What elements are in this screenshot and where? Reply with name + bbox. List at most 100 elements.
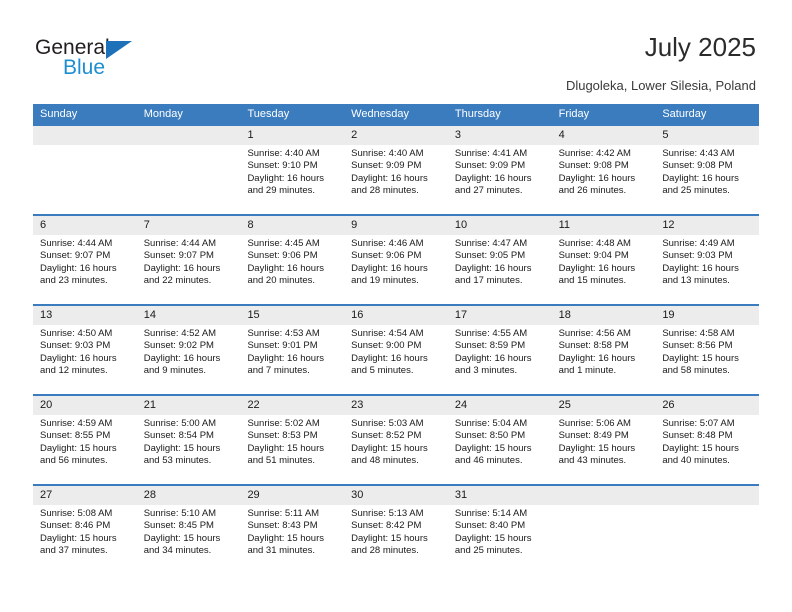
calendar-day-cell[interactable]: 22 Sunrise: 5:02 AM Sunset: 8:53 PM Dayligh… bbox=[240, 396, 345, 484]
weekday-header-thursday: Thursday bbox=[454, 108, 501, 120]
day-number: 28 bbox=[136, 486, 241, 505]
sunrise-text: Sunrise: 4:44 AM bbox=[143, 238, 217, 249]
sunrise-text: Sunrise: 5:00 AM bbox=[143, 418, 217, 429]
sunset-text: Sunset: 9:07 PM bbox=[40, 250, 111, 262]
weekday-header-sunday: Sunday bbox=[40, 108, 78, 120]
day-sun-info: Sunrise: 4:44 AM Sunset: 9:07 PM Daylight:… bbox=[33, 235, 137, 288]
daylight-text: Daylight: 15 hours and 37 minutes. bbox=[40, 532, 117, 557]
calendar-weeks: 1 Sunrise: 4:40 AM Sunset: 9:10 PM Daylight… bbox=[33, 126, 760, 574]
sunrise-text: Sunrise: 5:06 AM bbox=[558, 418, 631, 429]
calendar-day-cell[interactable]: 18 Sunrise: 4:56 AM Sunset: 8:58 PM Dayligh… bbox=[551, 306, 656, 394]
sunrise-text: Sunrise: 4:58 AM bbox=[662, 328, 735, 339]
calendar-day-cell[interactable]: 12 Sunrise: 4:49 AM Sunset: 9:03 PM Dayligh… bbox=[655, 216, 760, 304]
sunset-text: Sunset: 8:45 PM bbox=[143, 520, 214, 532]
day-sun-info: Sunrise: 4:53 AM Sunset: 9:01 PM Daylight:… bbox=[240, 325, 344, 378]
daylight-text: Daylight: 15 hours and 51 minutes. bbox=[247, 442, 325, 467]
calendar-day-cell[interactable]: 11 Sunrise: 4:48 AM Sunset: 9:04 PM Dayligh… bbox=[551, 216, 656, 304]
day-sun-info: Sunrise: 5:13 AM Sunset: 8:42 PM Daylight:… bbox=[344, 505, 448, 558]
daylight-text: Daylight: 15 hours and 40 minutes. bbox=[662, 442, 739, 467]
sunrise-text: Sunrise: 5:14 AM bbox=[454, 508, 528, 519]
day-number: 29 bbox=[240, 486, 345, 505]
sunrise-text: Sunrise: 5:13 AM bbox=[351, 508, 424, 519]
calendar-day-cell[interactable]: 15 Sunrise: 4:53 AM Sunset: 9:01 PM Dayligh… bbox=[240, 306, 345, 394]
calendar-day-cell[interactable]: 31 Sunrise: 5:14 AM Sunset: 8:40 PM Dayligh… bbox=[447, 486, 552, 574]
sunrise-text: Sunrise: 4:49 AM bbox=[662, 238, 735, 249]
calendar-day-cell[interactable]: 25 Sunrise: 5:06 AM Sunset: 8:49 PM Dayligh… bbox=[551, 396, 656, 484]
calendar-day-cell[interactable]: 29 Sunrise: 5:11 AM Sunset: 8:43 PM Dayligh… bbox=[240, 486, 345, 574]
calendar-day-cell[interactable]: 14 Sunrise: 4:52 AM Sunset: 9:02 PM Dayligh… bbox=[136, 306, 241, 394]
weekday-header-friday: Friday bbox=[558, 108, 590, 120]
day-sun-info: Sunrise: 4:40 AM Sunset: 9:09 PM Daylight:… bbox=[344, 145, 448, 198]
day-sun-info: Sunrise: 5:04 AM Sunset: 8:50 PM Daylight:… bbox=[448, 415, 552, 468]
calendar-week-row: 6 Sunrise: 4:44 AM Sunset: 9:07 PM Daylight… bbox=[33, 214, 760, 304]
day-sun-info: Sunrise: 5:08 AM Sunset: 8:46 PM Daylight:… bbox=[33, 505, 137, 558]
sunrise-text: Sunrise: 5:08 AM bbox=[40, 508, 113, 519]
day-sun-info: Sunrise: 4:45 AM Sunset: 9:06 PM Daylight:… bbox=[240, 235, 344, 288]
general-blue-logo[interactable]: General Blue bbox=[35, 36, 235, 86]
sunrise-text: Sunrise: 4:41 AM bbox=[454, 148, 528, 159]
day-number: 7 bbox=[136, 216, 241, 235]
day-sun-info: Sunrise: 4:54 AM Sunset: 9:00 PM Daylight:… bbox=[344, 325, 448, 378]
sunset-text: Sunset: 8:42 PM bbox=[351, 520, 422, 532]
sunrise-text: Sunrise: 4:46 AM bbox=[351, 238, 424, 249]
day-number: 22 bbox=[240, 396, 345, 415]
day-number: 10 bbox=[447, 216, 552, 235]
sunset-text: Sunset: 9:07 PM bbox=[143, 250, 214, 262]
calendar-day-cell[interactable]: 21 Sunrise: 5:00 AM Sunset: 8:54 PM Dayligh… bbox=[136, 396, 241, 484]
logo-triangle-icon bbox=[106, 41, 132, 59]
calendar-day-cell[interactable]: 26 Sunrise: 5:07 AM Sunset: 8:48 PM Dayligh… bbox=[655, 396, 760, 484]
calendar-day-cell[interactable]: 28 Sunrise: 5:10 AM Sunset: 8:45 PM Dayligh… bbox=[136, 486, 241, 574]
sunrise-text: Sunrise: 4:42 AM bbox=[558, 148, 631, 159]
calendar-day-cell[interactable]: 17 Sunrise: 4:55 AM Sunset: 8:59 PM Dayligh… bbox=[447, 306, 552, 394]
sunrise-text: Sunrise: 4:47 AM bbox=[454, 238, 528, 249]
calendar-day-cell[interactable]: 2 Sunrise: 4:40 AM Sunset: 9:09 PM Daylight… bbox=[344, 126, 448, 214]
sunset-text: Sunset: 8:49 PM bbox=[558, 430, 629, 442]
calendar-day-cell[interactable]: 13 Sunrise: 4:50 AM Sunset: 9:03 PM Dayligh… bbox=[33, 306, 137, 394]
calendar-day-cell[interactable]: 5 Sunrise: 4:43 AM Sunset: 9:08 PM Daylight… bbox=[655, 126, 760, 214]
sunrise-text: Sunrise: 4:50 AM bbox=[40, 328, 113, 339]
calendar-day-cell[interactable]: 27 Sunrise: 5:08 AM Sunset: 8:46 PM Dayligh… bbox=[33, 486, 137, 574]
day-number: 24 bbox=[447, 396, 552, 415]
daylight-text: Daylight: 15 hours and 31 minutes. bbox=[247, 532, 325, 557]
daylight-text: Daylight: 15 hours and 46 minutes. bbox=[454, 442, 532, 467]
calendar-day-cell[interactable]: 9 Sunrise: 4:46 AM Sunset: 9:06 PM Daylight… bbox=[344, 216, 448, 304]
calendar-day-cell[interactable]: 23 Sunrise: 5:03 AM Sunset: 8:52 PM Dayligh… bbox=[344, 396, 448, 484]
weekday-header-monday: Monday bbox=[143, 108, 183, 120]
calendar-day-cell[interactable]: 24 Sunrise: 5:04 AM Sunset: 8:50 PM Dayligh… bbox=[447, 396, 552, 484]
calendar-day-cell[interactable]: 6 Sunrise: 4:44 AM Sunset: 9:07 PM Daylight… bbox=[33, 216, 137, 304]
day-number: 30 bbox=[344, 486, 448, 505]
sunrise-text: Sunrise: 4:45 AM bbox=[247, 238, 320, 249]
calendar-day-cell[interactable]: 19 Sunrise: 4:58 AM Sunset: 8:56 PM Dayligh… bbox=[655, 306, 760, 394]
sunset-text: Sunset: 9:03 PM bbox=[40, 340, 111, 352]
calendar-day-cell[interactable]: 10 Sunrise: 4:47 AM Sunset: 9:05 PM Dayligh… bbox=[447, 216, 552, 304]
day-number bbox=[33, 126, 137, 145]
calendar-day-cell[interactable]: 4 Sunrise: 4:42 AM Sunset: 9:08 PM Daylight… bbox=[551, 126, 656, 214]
day-sun-info: Sunrise: 4:59 AM Sunset: 8:55 PM Daylight:… bbox=[33, 415, 137, 468]
sunset-text: Sunset: 9:10 PM bbox=[247, 160, 318, 172]
day-sun-info: Sunrise: 5:11 AM Sunset: 8:43 PM Daylight:… bbox=[240, 505, 344, 558]
calendar-day-cell[interactable]: 8 Sunrise: 4:45 AM Sunset: 9:06 PM Daylight… bbox=[240, 216, 345, 304]
day-sun-info: Sunrise: 4:52 AM Sunset: 9:02 PM Daylight:… bbox=[137, 325, 241, 378]
day-number: 20 bbox=[33, 396, 137, 415]
daylight-text: Daylight: 16 hours and 28 minutes. bbox=[351, 172, 428, 197]
daylight-text: Daylight: 16 hours and 23 minutes. bbox=[40, 262, 117, 287]
day-number: 4 bbox=[551, 126, 656, 145]
calendar-day-cell[interactable]: 16 Sunrise: 4:54 AM Sunset: 9:00 PM Dayligh… bbox=[344, 306, 448, 394]
day-sun-info: Sunrise: 4:56 AM Sunset: 8:58 PM Daylight:… bbox=[552, 325, 656, 378]
daylight-text: Daylight: 15 hours and 56 minutes. bbox=[40, 442, 117, 467]
calendar-week-row: 20 Sunrise: 4:59 AM Sunset: 8:55 PM Dayligh… bbox=[33, 394, 760, 484]
sunrise-text: Sunrise: 5:07 AM bbox=[662, 418, 735, 429]
sunrise-text: Sunrise: 4:43 AM bbox=[662, 148, 735, 159]
day-number bbox=[136, 126, 241, 145]
daylight-text: Daylight: 16 hours and 5 minutes. bbox=[351, 352, 428, 377]
calendar-day-cell[interactable]: 3 Sunrise: 4:41 AM Sunset: 9:09 PM Daylight… bbox=[447, 126, 552, 214]
sunrise-text: Sunrise: 5:03 AM bbox=[351, 418, 424, 429]
calendar-day-cell[interactable]: 30 Sunrise: 5:13 AM Sunset: 8:42 PM Dayligh… bbox=[344, 486, 448, 574]
daylight-text: Daylight: 16 hours and 17 minutes. bbox=[454, 262, 532, 287]
daylight-text: Daylight: 16 hours and 20 minutes. bbox=[247, 262, 325, 287]
calendar-week-row: 27 Sunrise: 5:08 AM Sunset: 8:46 PM Dayligh… bbox=[33, 484, 760, 574]
calendar-day-cell[interactable]: 20 Sunrise: 4:59 AM Sunset: 8:55 PM Dayligh… bbox=[33, 396, 137, 484]
calendar-day-cell[interactable]: 7 Sunrise: 4:44 AM Sunset: 9:07 PM Daylight… bbox=[136, 216, 241, 304]
calendar-week-row: 13 Sunrise: 4:50 AM Sunset: 9:03 PM Dayligh… bbox=[33, 304, 760, 394]
calendar-day-cell[interactable]: 1 Sunrise: 4:40 AM Sunset: 9:10 PM Daylight… bbox=[240, 126, 345, 214]
